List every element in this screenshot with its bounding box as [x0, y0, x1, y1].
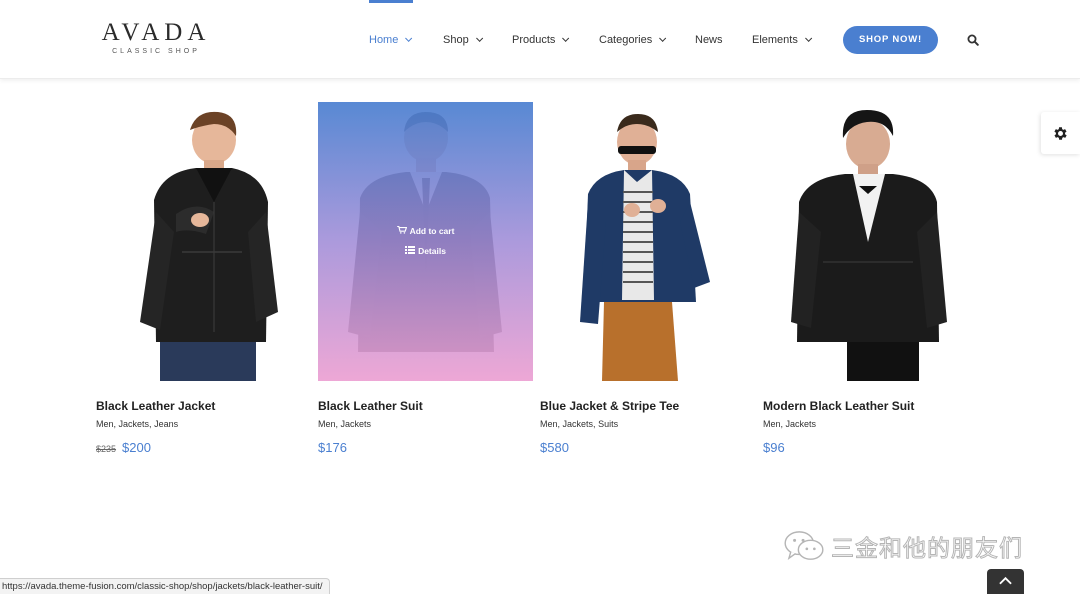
search-icon[interactable]: [967, 34, 979, 46]
category-link[interactable]: Jackets: [786, 419, 817, 429]
chevron-up-icon: [999, 576, 1012, 585]
scroll-to-top-button[interactable]: [987, 569, 1024, 594]
product-title[interactable]: Modern Black Leather Suit: [763, 398, 978, 414]
product-photo-blue-jacket-stripe-tee: [580, 114, 710, 381]
price-current: $96: [763, 440, 785, 455]
chevron-down-icon: [659, 34, 667, 42]
product-card: Modern Black Leather Suit Men, Jackets $…: [763, 102, 978, 456]
nav-item-shop[interactable]: Shop: [443, 33, 483, 47]
product-card: Black Leather Jacket Men, Jackets, Jeans…: [96, 102, 311, 456]
chevron-down-icon: [562, 34, 570, 42]
price-current: $176: [318, 440, 347, 455]
product-photo-modern-black-leather-suit: [791, 110, 947, 381]
nav-item-label: Products: [512, 34, 556, 46]
wechat-watermark: 三金和他的朋友们: [783, 528, 1023, 564]
nav-item-label: Shop: [443, 34, 469, 46]
site-header: AVADA CLASSIC SHOP Home Shop Products Ca…: [0, 0, 1080, 79]
side-options-toggle[interactable]: [1041, 112, 1080, 154]
active-nav-indicator: [369, 0, 413, 3]
product-hover-overlay: Add to cart Details: [318, 102, 533, 381]
category-link[interactable]: Jackets: [119, 419, 150, 429]
chevron-down-icon: [405, 34, 413, 42]
gear-icon: [1054, 127, 1067, 140]
product-card: Add to cart Details Black Leather Suit M…: [318, 102, 533, 456]
list-icon: [405, 246, 416, 254]
cart-icon: [396, 226, 407, 234]
main-nav: Home Shop Products Categories News Eleme…: [0, 0, 1080, 79]
category-link[interactable]: Men: [96, 419, 114, 429]
nav-item-label: Home: [369, 34, 399, 46]
product-image[interactable]: [540, 102, 755, 381]
category-link[interactable]: Suits: [598, 419, 618, 429]
product-image[interactable]: Add to cart Details: [318, 102, 533, 381]
product-title[interactable]: Blue Jacket & Stripe Tee: [540, 398, 755, 414]
nav-item-label: Elements: [752, 34, 798, 46]
chevron-down-icon: [475, 34, 483, 42]
nav-item-label: News: [695, 34, 723, 46]
product-price: $96: [763, 440, 978, 456]
details-label: Details: [418, 246, 446, 256]
price-current: $200: [122, 440, 151, 455]
product-categories: Men, Jackets: [763, 419, 817, 429]
nav-item-news[interactable]: News: [695, 33, 723, 47]
shop-now-button[interactable]: SHOP NOW!: [843, 26, 938, 54]
product-title[interactable]: Black Leather Jacket: [96, 398, 311, 414]
details-button[interactable]: Details: [318, 246, 533, 256]
category-link[interactable]: Jackets: [563, 419, 594, 429]
product-image[interactable]: [763, 102, 978, 381]
product-price: $580: [540, 440, 755, 456]
product-photo-black-leather-jacket: [140, 111, 278, 381]
product-title[interactable]: Black Leather Suit: [318, 398, 533, 414]
product-image[interactable]: [96, 102, 311, 381]
nav-item-categories[interactable]: Categories: [599, 33, 667, 47]
price-old: $235: [96, 444, 117, 454]
add-to-cart-button[interactable]: Add to cart: [318, 226, 533, 236]
product-categories: Men, Jackets, Suits: [540, 419, 619, 429]
product-categories: Men, Jackets, Jeans: [96, 419, 179, 429]
nav-item-home[interactable]: Home: [369, 33, 413, 47]
category-link[interactable]: Jackets: [341, 419, 372, 429]
product-card: Blue Jacket & Stripe Tee Men, Jackets, S…: [540, 102, 755, 456]
product-price: $235 $200: [96, 440, 311, 456]
price-current: $580: [540, 440, 569, 455]
category-link[interactable]: Men: [318, 419, 336, 429]
browser-status-bar: https://avada.theme-fusion.com/classic-s…: [0, 578, 330, 594]
product-price: $176: [318, 440, 533, 456]
category-link[interactable]: Jeans: [154, 419, 178, 429]
wechat-icon: [784, 531, 824, 560]
add-to-cart-label: Add to cart: [409, 226, 455, 236]
nav-item-label: Categories: [599, 34, 653, 46]
category-link[interactable]: Men: [763, 419, 781, 429]
chevron-down-icon: [804, 34, 813, 42]
watermark-text: 三金和他的朋友们: [831, 536, 1023, 563]
category-link[interactable]: Men: [540, 419, 558, 429]
product-categories: Men, Jackets: [318, 419, 372, 429]
nav-item-elements[interactable]: Elements: [752, 33, 813, 47]
nav-item-products[interactable]: Products: [512, 33, 570, 47]
